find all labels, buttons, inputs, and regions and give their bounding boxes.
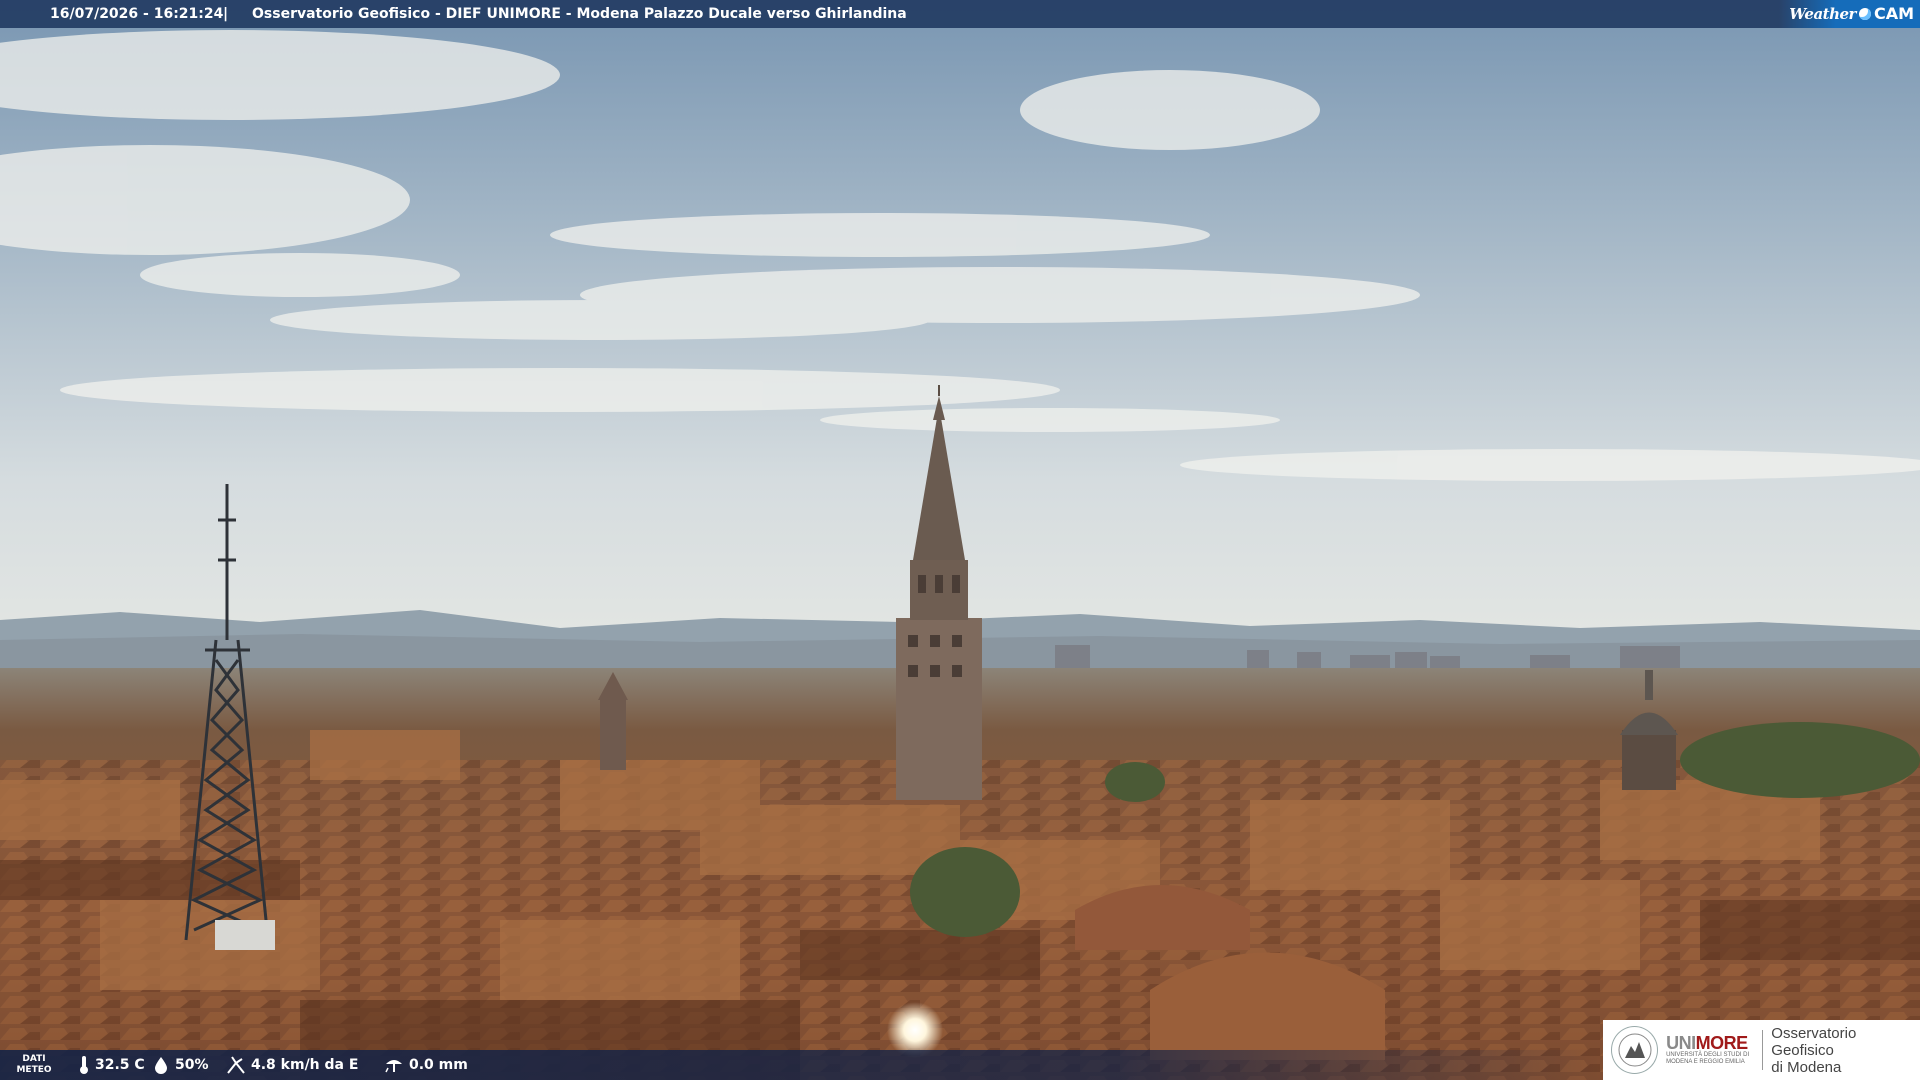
observatory-name-2: di Modena [1771, 1058, 1842, 1076]
weather-data-bar: DATI METEO 32.5 C 50% 4.8 km/h da E 0.0 … [0, 1050, 1600, 1080]
separator: | [223, 6, 229, 22]
humidity-stat: 50% [152, 1050, 209, 1080]
title-bar: 16/07/2026 - 16:21:24 | Osservatorio Geo… [0, 0, 1920, 28]
rain-gauge-icon [385, 1060, 402, 1073]
logo-divider [1762, 1030, 1764, 1070]
meteo-label: DATI METEO [16, 1054, 52, 1075]
weathercam-logo-icon [1858, 8, 1871, 20]
temperature-stat: 32.5 C [78, 1050, 145, 1080]
wind-value: 4.8 km/h da E [251, 1057, 359, 1073]
wind-stat: 4.8 km/h da E [226, 1050, 358, 1080]
thermometer-icon [80, 1056, 88, 1074]
unimore-logo: UNIMORE UNIVERSITÀ DEGLI STUDI DI MODENA… [1603, 1020, 1920, 1080]
webcam-scene [0, 0, 1920, 1080]
timestamp: 16/07/2026 - 16:21:24 [50, 6, 224, 22]
temperature-value: 32.5 C [95, 1057, 145, 1073]
camera-title: Osservatorio Geofisico - DIEF UNIMORE - … [252, 6, 907, 22]
humidity-drop-icon [155, 1057, 167, 1074]
university-seal-icon [1611, 1026, 1659, 1074]
weathercam-logo: Weather CAM [1779, 0, 1920, 28]
humidity-value: 50% [175, 1057, 209, 1073]
unimore-subtitle-1: UNIVERSITÀ DEGLI STUDI DI [1666, 1052, 1750, 1058]
unimore-subtitle-2: MODENA E REGGIO EMILIA [1666, 1059, 1745, 1065]
wind-icon [227, 1056, 245, 1074]
unimore-name: UNIMORE [1666, 1033, 1748, 1053]
observatory-name-1: Osservatorio Geofisico [1771, 1024, 1857, 1059]
rain-value: 0.0 mm [409, 1057, 468, 1073]
rain-stat: 0.0 mm [384, 1050, 468, 1080]
